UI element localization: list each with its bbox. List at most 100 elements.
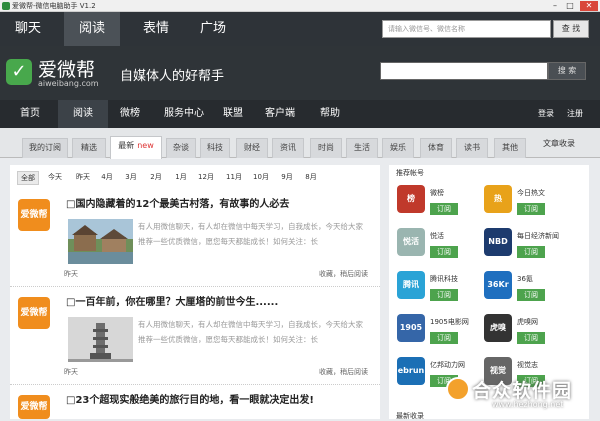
tab-other[interactable]: 其他 xyxy=(494,138,526,158)
article-actions[interactable]: 收藏，稍后阅读 xyxy=(319,269,368,279)
account-logo-icon: 1905 xyxy=(397,314,425,342)
account-name[interactable]: 视觉志 xyxy=(517,360,538,370)
recommended-account: 1905 1905电影网 订阅 xyxy=(397,314,487,354)
account-name[interactable]: 今日热文 xyxy=(517,188,545,198)
close-button[interactable]: ✕ xyxy=(580,1,598,11)
filter-today[interactable]: 今天 xyxy=(44,171,66,183)
register-link[interactable]: 注册 xyxy=(567,100,583,128)
nav-read[interactable]: 阅读 xyxy=(58,100,108,128)
article-excerpt: 有人用微信聊天，有人却在微信中每天学习，自我成长，今天给大家推荐一些优质微信，愿… xyxy=(138,222,363,246)
subscribe-button[interactable]: 订阅 xyxy=(517,246,545,258)
latest-included-title: 最新收录 xyxy=(396,412,424,420)
account-name[interactable]: 36氪 xyxy=(517,274,533,284)
subscribe-button[interactable]: 订阅 xyxy=(517,289,545,301)
tab-finance[interactable]: 财经 xyxy=(236,138,268,158)
tab-news[interactable]: 资讯 xyxy=(272,138,304,158)
account-name[interactable]: 亿邦动力网 xyxy=(430,360,465,370)
account-logo-icon: ebrun xyxy=(397,357,425,385)
archive-link[interactable]: 文章收录 xyxy=(543,138,575,149)
tab-stickers[interactable]: 表情 xyxy=(126,12,186,46)
tab-entertainment[interactable]: 娱乐 xyxy=(382,138,414,158)
subscribe-button[interactable]: 订阅 xyxy=(517,332,545,344)
watermark-text: 合众软件园 xyxy=(472,380,573,402)
tab-my-subscriptions[interactable]: 我的订阅 xyxy=(22,138,68,158)
account-name[interactable]: 1905电影网 xyxy=(430,317,469,327)
subscribe-button[interactable]: 订阅 xyxy=(430,289,458,301)
recommended-account: 榜 微榜 订阅 xyxy=(397,185,487,225)
article-item: 爱微帮 □23个超现实般绝美的旅行目的地，看一眼就决定出发! xyxy=(10,388,380,419)
account-logo-icon: 36Kr xyxy=(484,271,512,299)
tab-latest[interactable]: 最新 new xyxy=(110,136,162,159)
recommended-account: 腾讯 腾讯科技 订阅 xyxy=(397,271,487,311)
tab-fashion[interactable]: 时尚 xyxy=(310,138,342,158)
watermark-logo-icon xyxy=(446,377,470,401)
tab-chat[interactable]: 聊天 xyxy=(0,12,56,46)
window-title: 爱微帮-微信电脑助手 V1.2 xyxy=(12,2,96,10)
maximize-button[interactable]: □ xyxy=(563,1,577,11)
recommended-account: 热 今日热文 订阅 xyxy=(484,185,574,225)
wechat-search-input[interactable]: 请输入微信号、微信名称 xyxy=(382,20,551,38)
tab-life[interactable]: 生活 xyxy=(346,138,378,158)
filter-nov[interactable]: 11月 xyxy=(223,171,245,183)
article-excerpt: 有人用微信聊天，有人却在微信中每天学习，自我成长，今天给大家推荐一些优质微信，愿… xyxy=(138,320,363,344)
article-source-icon: 爱微帮 xyxy=(18,395,50,419)
article-thumbnail[interactable] xyxy=(68,219,133,264)
nav-client[interactable]: 客户端 xyxy=(256,100,304,128)
site-search-button[interactable]: 搜 索 xyxy=(548,62,586,80)
subscribe-button[interactable]: 订阅 xyxy=(517,203,545,215)
filter-apr[interactable]: 4月 xyxy=(98,171,116,183)
article-date: 昨天 xyxy=(64,270,78,278)
account-name[interactable]: 虎嗅网 xyxy=(517,317,538,327)
site-slogan: 自媒体人的好帮手 xyxy=(120,69,225,84)
subscribe-button[interactable]: 订阅 xyxy=(430,246,458,258)
nav-service-center[interactable]: 服务中心 xyxy=(155,100,213,128)
account-name[interactable]: 腾讯科技 xyxy=(430,274,458,284)
tab-latest-label: 最新 xyxy=(118,141,135,150)
site-logo-icon: ✓ xyxy=(6,59,32,85)
filter-sep[interactable]: 9月 xyxy=(278,171,296,183)
subscribe-button[interactable]: 订阅 xyxy=(430,332,458,344)
tab-reading[interactable]: 读书 xyxy=(456,138,488,158)
account-logo-icon: 热 xyxy=(484,185,512,213)
recommended-title: 推荐帐号 xyxy=(396,169,424,177)
login-link[interactable]: 登录 xyxy=(538,100,554,128)
nav-alliance[interactable]: 联盟 xyxy=(213,100,253,128)
tab-sports[interactable]: 体育 xyxy=(420,138,452,158)
article-actions[interactable]: 收藏，稍后阅读 xyxy=(319,367,368,377)
tab-featured[interactable]: 精选 xyxy=(72,138,106,158)
article-item: 爱微帮 □国内隐藏着的12个最美古村落，有故事的人必去 有人用微信聊天，有人却在… xyxy=(10,192,380,287)
find-button[interactable]: 查 找 xyxy=(553,20,589,38)
minimize-button[interactable]: – xyxy=(548,1,562,11)
account-logo-icon: 榜 xyxy=(397,185,425,213)
article-source-icon: 爱微帮 xyxy=(18,297,50,329)
filter-dec[interactable]: 12月 xyxy=(195,171,217,183)
site-logo-text: 爱微帮 xyxy=(38,59,96,81)
article-thumbnail[interactable] xyxy=(68,317,133,362)
tab-square[interactable]: 广场 xyxy=(188,12,238,46)
new-badge: new xyxy=(137,141,154,150)
filter-mar[interactable]: 3月 xyxy=(122,171,140,183)
article-title[interactable]: □国内隐藏着的12个最美古村落，有故事的人必去 xyxy=(66,195,289,210)
account-name[interactable]: 悦活 xyxy=(430,231,444,241)
article-date: 昨天 xyxy=(64,368,78,376)
filter-aug[interactable]: 8月 xyxy=(302,171,320,183)
account-name[interactable]: 微榜 xyxy=(430,188,444,198)
site-search-input[interactable] xyxy=(380,62,548,80)
filter-oct[interactable]: 10月 xyxy=(250,171,272,183)
nav-help[interactable]: 帮助 xyxy=(310,100,350,128)
nav-home[interactable]: 首页 xyxy=(8,100,52,128)
filter-yesterday[interactable]: 昨天 xyxy=(72,171,94,183)
filter-all[interactable]: 全部 xyxy=(17,171,39,185)
article-title[interactable]: □23个超现实般绝美的旅行目的地，看一眼就决定出发! xyxy=(66,391,314,406)
recommended-account: NBD 每日经济新闻 订阅 xyxy=(484,228,574,268)
tab-read[interactable]: 阅读 xyxy=(64,12,120,46)
article-title[interactable]: □一百年前，你在哪里？大厘塔的前世今生...... xyxy=(66,293,278,308)
account-logo-icon: 悦活 xyxy=(397,228,425,256)
nav-weibang[interactable]: 微榜 xyxy=(110,100,150,128)
tab-misc[interactable]: 杂谈 xyxy=(166,138,196,158)
filter-feb[interactable]: 2月 xyxy=(147,171,165,183)
tab-tech[interactable]: 科技 xyxy=(200,138,230,158)
filter-jan[interactable]: 1月 xyxy=(172,171,190,183)
subscribe-button[interactable]: 订阅 xyxy=(430,203,458,215)
account-name[interactable]: 每日经济新闻 xyxy=(517,231,559,241)
